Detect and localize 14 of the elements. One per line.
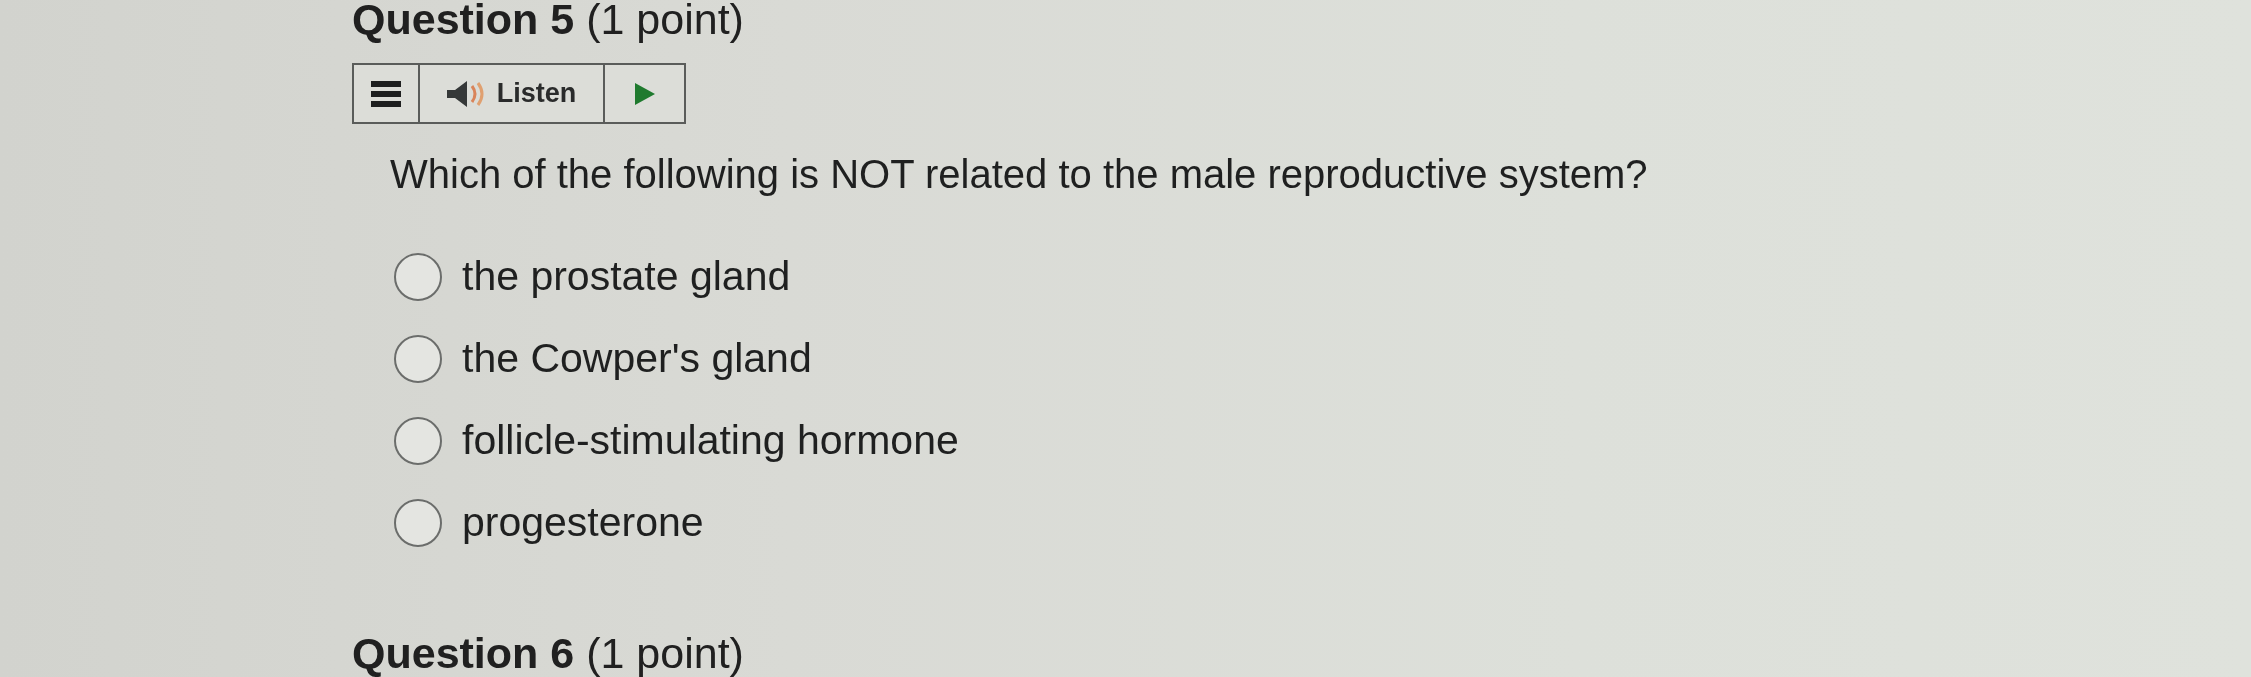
option-label[interactable]: the prostate gland [462, 252, 791, 302]
question-title: Question 6 (1 point) [352, 632, 745, 675]
radio-button[interactable] [394, 253, 442, 301]
radio-button[interactable] [394, 499, 442, 547]
radio-button[interactable] [394, 335, 442, 383]
option-label[interactable]: the Cowper's gland [462, 334, 812, 384]
question-text: Which of the following is NOT related to the male reproductive system? [390, 151, 1649, 198]
listen-button[interactable]: Listen [418, 65, 603, 122]
option-label[interactable]: follicle-stimulating hormone [462, 416, 959, 466]
option-label[interactable]: progesterone [462, 498, 704, 548]
play-icon [634, 82, 655, 105]
question-title: Question 5 (1 point) [352, 0, 745, 41]
radio-button[interactable] [394, 417, 442, 465]
menu-icon [371, 80, 401, 107]
